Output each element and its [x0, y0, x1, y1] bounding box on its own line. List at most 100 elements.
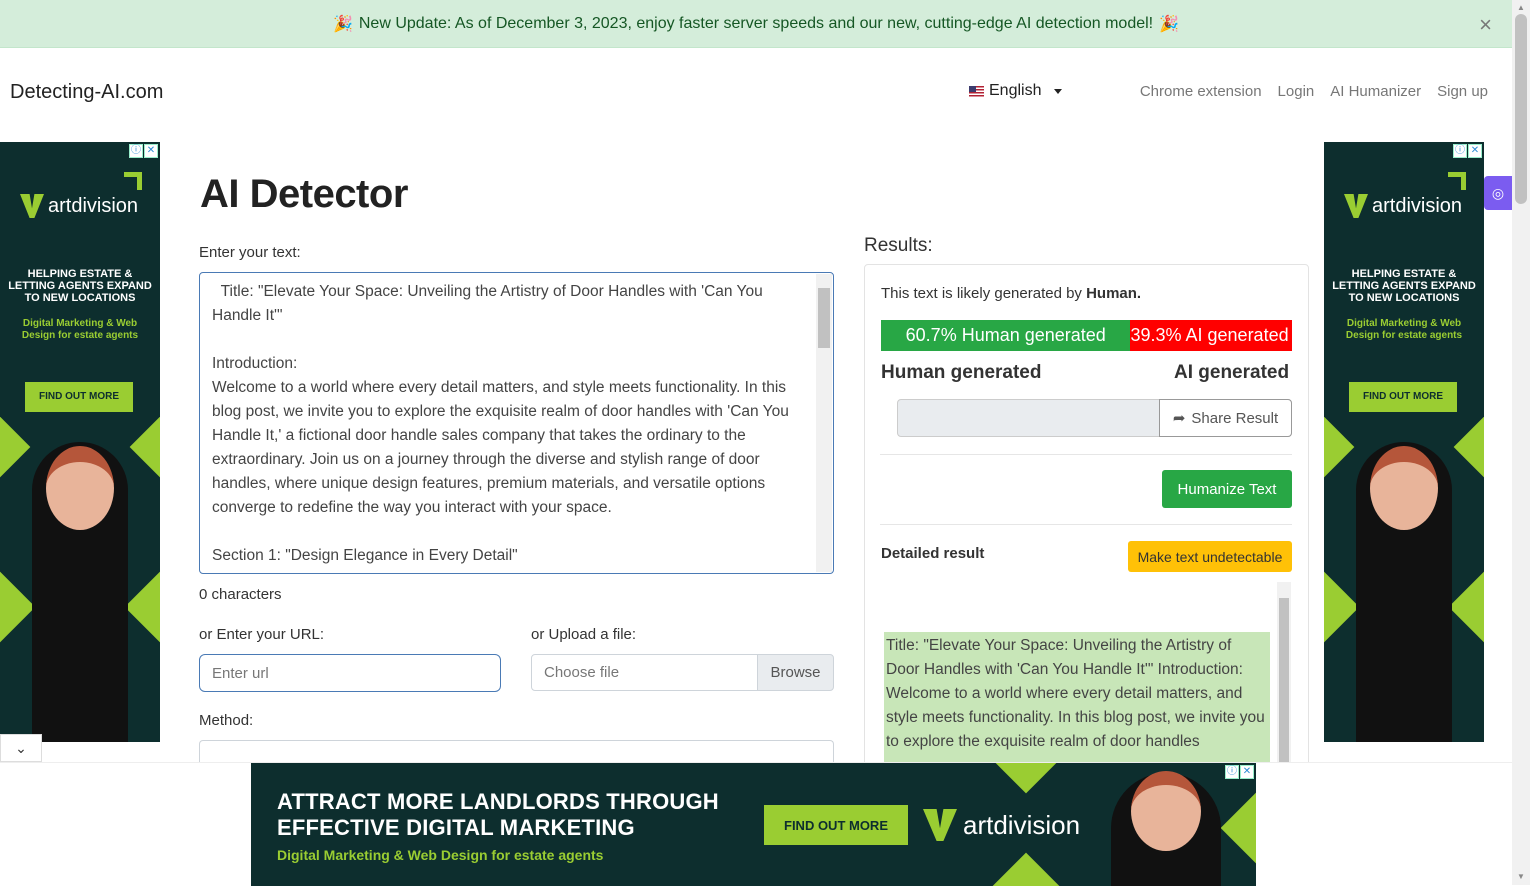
ad-diamond-shape — [990, 852, 1062, 886]
ad-corner-shape — [124, 172, 142, 190]
ad-face-image — [46, 446, 114, 530]
ad-brand: artdivision — [48, 194, 139, 217]
artdivision-logo-icon — [20, 194, 44, 218]
text-input-value: Title: "Elevate Your Space: Unveiling th… — [212, 283, 789, 564]
ad-close-icon[interactable]: ✕ — [1468, 144, 1482, 158]
artdivision-logo-icon — [923, 809, 957, 841]
language-label: English — [989, 82, 1042, 99]
left-side-ad[interactable]: ⓘ ✕ artdivision HELPING ESTATE & LETTING … — [0, 142, 160, 742]
divider — [880, 454, 1292, 455]
scroll-down-icon[interactable]: ▼ — [1517, 872, 1525, 881]
update-banner: 🎉 New Update: As of December 3, 2023, en… — [0, 0, 1512, 48]
ad-info-icon[interactable]: ⓘ — [1225, 765, 1239, 779]
text-input-area[interactable]: Title: "Elevate Your Space: Unveiling th… — [199, 272, 834, 574]
detailed-result-heading: Detailed result — [881, 545, 985, 562]
ad-diamond-shape — [1453, 411, 1484, 483]
nav-link-chrome-extension[interactable]: Chrome extension — [1140, 83, 1262, 100]
party-icon: 🎉 — [332, 15, 353, 33]
ad-logo: artdivision — [1344, 194, 1462, 218]
ad-brand: artdivision — [1372, 194, 1463, 217]
url-placeholder: Enter url — [212, 664, 269, 682]
ad-diamond-shape — [1220, 792, 1256, 864]
bottom-ad[interactable]: ATTRACT MORE LANDLORDS THROUGH EFFECTIVE … — [251, 763, 1256, 886]
bottom-ad-bar: ATTRACT MORE LANDLORDS THROUGH EFFECTIVE … — [0, 762, 1512, 886]
humanize-text-button[interactable]: Humanize Text — [1162, 470, 1292, 508]
bottom-ad-brand: artdivision — [963, 809, 1081, 840]
ad-close-icon[interactable]: ✕ — [1240, 765, 1254, 779]
share-link-field[interactable]: ➦ Share Result — [897, 399, 1292, 437]
bottom-ad-find-out-more-button[interactable]: FIND OUT MORE — [764, 805, 908, 845]
navbar: Detecting-AI.com English Chrome extensio… — [0, 48, 1512, 140]
make-undetectable-button[interactable]: Make text undetectable — [1128, 541, 1292, 572]
ad-find-out-more-button[interactable]: FIND OUT MORE — [1349, 382, 1457, 412]
share-label: Share Result — [1191, 409, 1279, 427]
ad-diamond-shape — [990, 763, 1062, 794]
ad-face-image — [1370, 446, 1438, 530]
file-upload-input[interactable]: Choose file — [531, 654, 758, 691]
page-title: AI Detector — [200, 172, 408, 216]
bottom-ad-face-image — [1131, 771, 1201, 851]
ad-logo: artdivision — [20, 194, 138, 218]
ad-diamond-shape — [0, 571, 36, 643]
browse-button[interactable]: Browse — [757, 654, 834, 691]
enter-text-label: Enter your text: — [199, 244, 301, 261]
ad-diamond-shape — [1324, 411, 1355, 483]
chevron-down-icon[interactable]: ⌄ — [0, 734, 42, 762]
bottom-ad-logo: artdivision — [923, 809, 1080, 841]
ad-info-icon[interactable]: ⓘ — [1453, 144, 1467, 158]
ad-headline: HELPING ESTATE & LETTING AGENTS EXPAND T… — [1332, 268, 1476, 304]
detailed-result-text: Title: "Elevate Your Space: Unveiling th… — [884, 632, 1270, 762]
ad-find-out-more-button[interactable]: FIND OUT MORE — [25, 382, 133, 412]
ad-info-icon[interactable]: ⓘ — [129, 144, 143, 158]
nav-link-login[interactable]: Login — [1278, 83, 1315, 100]
nav-links: Chrome extension Login AI Humanizer Sign… — [1140, 83, 1488, 100]
ad-subtext: Digital Marketing & Web Design for estat… — [1345, 318, 1463, 341]
textarea-scrollbar[interactable] — [816, 274, 832, 572]
ai-generated-label: AI generated — [1174, 362, 1290, 383]
character-count: 0 characters — [199, 586, 282, 603]
accessibility-widget-icon[interactable]: ◎ — [1484, 176, 1512, 210]
us-flag-icon — [969, 85, 984, 97]
method-label: Method: — [199, 712, 254, 729]
likely-prefix: This text is likely generated by — [881, 285, 1087, 302]
nav-link-sign-up[interactable]: Sign up — [1437, 83, 1488, 100]
detail-scrollbar[interactable] — [1277, 582, 1291, 768]
divider — [880, 524, 1292, 525]
results-heading: Results: — [864, 235, 933, 256]
scrollbar-thumb[interactable] — [1515, 14, 1527, 204]
ad-diamond-shape — [1324, 571, 1360, 643]
human-generated-label: Human generated — [881, 362, 1042, 383]
share-result-button[interactable]: ➦ Share Result — [1159, 399, 1292, 437]
ad-close-icon[interactable]: ✕ — [144, 144, 158, 158]
likely-value: Human. — [1086, 285, 1142, 302]
result-progress-bar: 60.7% Human generated 39.3% AI generated — [881, 320, 1292, 351]
ad-subtext: Digital Marketing & Web Design for estat… — [21, 318, 139, 341]
bottom-ad-headline-line1: ATTRACT MORE LANDLORDS THROUGH — [277, 789, 719, 814]
likely-generated-text: This text is likely generated by Human. — [881, 285, 1141, 302]
scroll-up-icon[interactable]: ▲ — [1517, 3, 1525, 12]
share-icon: ➦ — [1172, 410, 1186, 427]
ad-diamond-shape — [1448, 571, 1484, 643]
upload-label: or Upload a file: — [531, 626, 637, 643]
language-dropdown[interactable]: English — [969, 82, 1063, 100]
banner-close-icon[interactable]: × — [1479, 14, 1492, 36]
ad-headline: HELPING ESTATE & LETTING AGENTS EXPAND T… — [8, 268, 152, 304]
ad-corner-shape — [1448, 172, 1466, 190]
page-scrollbar[interactable]: ▲ ▼ — [1512, 0, 1530, 885]
ad-diamond-shape — [0, 411, 31, 483]
right-side-ad[interactable]: ⓘ ✕ artdivision HELPING ESTATE & LETTING … — [1324, 142, 1484, 742]
human-bar: 60.7% Human generated — [881, 320, 1131, 351]
bottom-ad-headline-line2: EFFECTIVE DIGITAL MARKETING — [277, 815, 635, 840]
bottom-ad-subtext: Digital Marketing & Web Design for estat… — [277, 847, 604, 863]
nav-link-ai-humanizer[interactable]: AI Humanizer — [1330, 83, 1421, 100]
party-icon: 🎉 — [1159, 15, 1180, 33]
url-input[interactable]: Enter url — [199, 654, 501, 692]
brand-logo[interactable]: Detecting-AI.com — [10, 81, 163, 104]
ad-diamond-shape — [124, 571, 160, 643]
ai-bar: 39.3% AI generated — [1130, 320, 1292, 351]
url-label: or Enter your URL: — [199, 626, 325, 643]
banner-text: New Update: As of December 3, 2023, enjo… — [358, 14, 1154, 32]
ad-diamond-shape — [129, 411, 160, 483]
caret-down-icon — [1054, 88, 1063, 94]
choose-file-label: Choose file — [544, 664, 620, 681]
